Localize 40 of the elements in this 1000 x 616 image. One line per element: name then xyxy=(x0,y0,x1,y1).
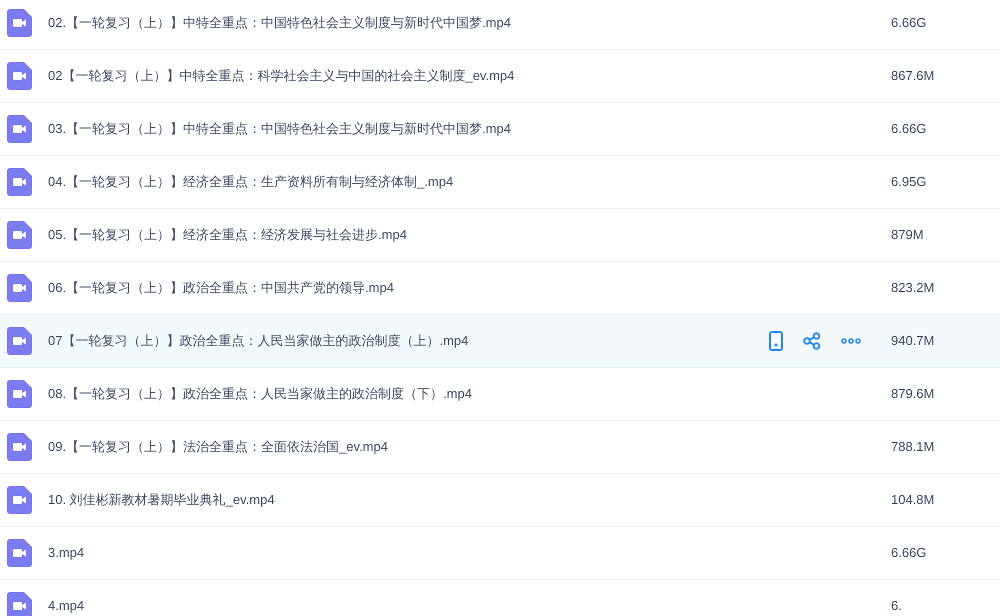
file-name: 09.【一轮复习（上）】法治全重点：全面依法治国_ev.mp4 xyxy=(48,438,389,456)
video-file-icon xyxy=(7,380,32,408)
file-size: 823.2M xyxy=(891,279,936,298)
file-name: 02【一轮复习（上）】中特全重点：科学社会主义与中国的社会主义制度_ev.mp4 xyxy=(48,67,516,86)
video-file-icon xyxy=(7,486,32,514)
video-file-icon xyxy=(7,592,32,616)
video-file-icon xyxy=(7,221,32,249)
file-size: 879.6M xyxy=(891,385,936,404)
file-size: 6.66G xyxy=(891,544,928,562)
file-name: 08.【一轮复习（上）】政治全重点：人民当家做主的政治制度（下）.mp4 xyxy=(48,385,473,404)
video-file-icon xyxy=(7,62,32,90)
file-name: 4.mp4 xyxy=(48,597,86,616)
file-name: 02.【一轮复习（上）】中特全重点：中国特色社会主义制度与新时代中国梦.mp4 xyxy=(48,14,512,32)
file-size: 879M xyxy=(891,226,925,244)
file-size: 6.95G xyxy=(891,173,928,192)
file-name: 3.mp4 xyxy=(48,544,86,562)
file-name: 04.【一轮复习（上）】经济全重点：生产资料所有制与经济体制_.mp4 xyxy=(48,173,454,192)
video-file-icon xyxy=(7,115,32,143)
file-name: 07【一轮复习（上）】政治全重点：人民当家做主的政治制度（上）.mp4 xyxy=(48,332,470,350)
video-file-icon xyxy=(7,539,32,567)
file-size: 940.7M xyxy=(891,332,936,350)
phone-icon[interactable] xyxy=(769,331,783,351)
file-size: 6.66G xyxy=(891,14,928,32)
file-name: 10. 刘佳彬新教材暑期毕业典礼_ev.mp4 xyxy=(48,491,276,510)
file-size: 104.8M xyxy=(891,491,936,510)
file-name: 05.【一轮复习（上）】经济全重点：经济发展与社会进步.mp4 xyxy=(48,226,408,244)
video-file-icon xyxy=(7,327,32,355)
file-row[interactable]: 07【一轮复习（上）】政治全重点：人民当家做主的政治制度（上）.mp4 940.7M xyxy=(0,315,1000,368)
file-size: 867.6M xyxy=(891,67,936,86)
file-name: 06.【一轮复习（上）】政治全重点：中国共产党的领导.mp4 xyxy=(48,279,395,298)
file-size: 788.1M xyxy=(891,438,936,456)
file-size: 6. xyxy=(891,597,903,616)
video-file-icon xyxy=(7,274,32,302)
file-name: 03.【一轮复习（上）】中特全重点：中国特色社会主义制度与新时代中国梦.mp4 xyxy=(48,120,512,138)
video-file-icon xyxy=(7,433,32,461)
video-file-icon xyxy=(7,168,32,196)
more-icon[interactable] xyxy=(841,338,861,344)
share-icon[interactable] xyxy=(803,332,821,350)
video-file-icon xyxy=(7,9,32,37)
file-size: 6.66G xyxy=(891,120,928,138)
